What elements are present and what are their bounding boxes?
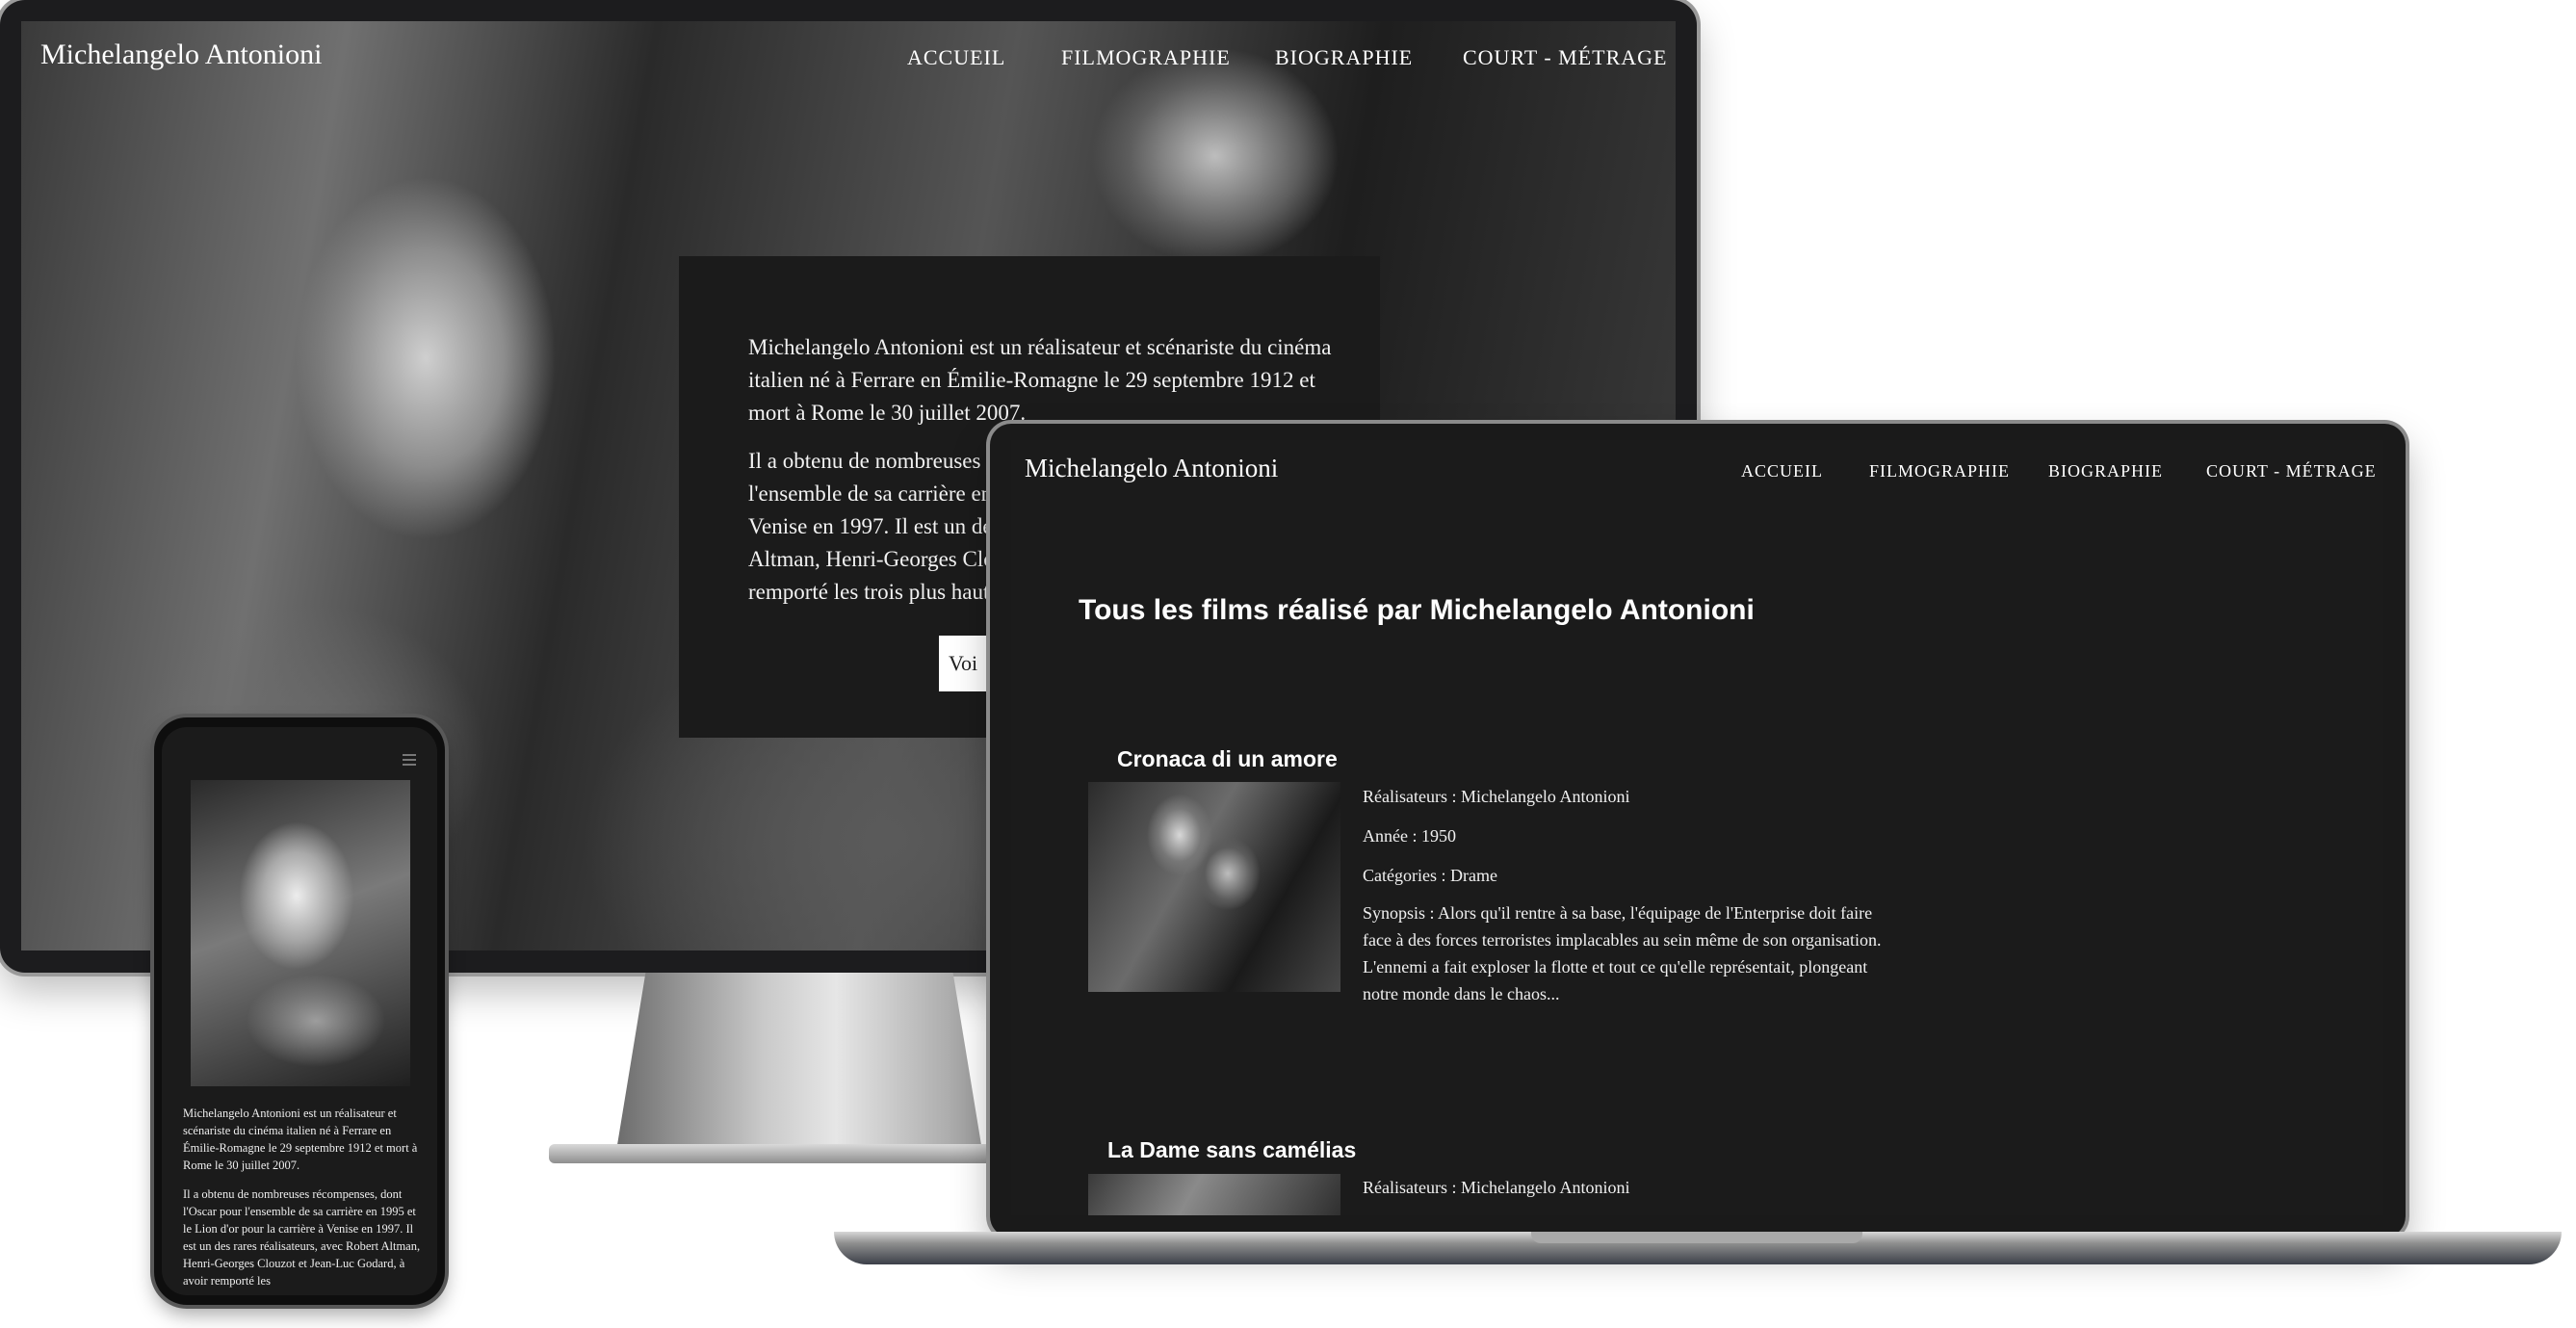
film-synopsis: Synopsis : Alors qu'il rentre à sa base,… xyxy=(1363,903,1882,1003)
mobile-portrait-photo xyxy=(191,780,410,1086)
film-poster[interactable] xyxy=(1088,1174,1340,1215)
nav-court-metrage[interactable]: COURT - MÉTRAGE xyxy=(1463,45,1668,70)
nav-biographie[interactable]: BIOGRAPHIE xyxy=(2048,461,2163,482)
mobile-paragraph-2: Il a obtenu de nombreuses récompenses, d… xyxy=(183,1187,421,1288)
nav-filmographie[interactable]: FILMOGRAPHIE xyxy=(1869,461,2010,482)
mobile-paragraph-1: Michelangelo Antonioni est un réalisateu… xyxy=(183,1107,418,1172)
film-director: Réalisateurs : Michelangelo Antonioni xyxy=(1363,787,1630,806)
film-poster[interactable] xyxy=(1088,782,1340,992)
laptop-screen: Michelangelo Antonioni ACCUEIL FILMOGRAP… xyxy=(1011,440,2383,1215)
monitor-stand xyxy=(616,973,982,1151)
intro-paragraph-1: Michelangelo Antonioni est un réalisateu… xyxy=(748,335,1332,425)
film-director: Réalisateurs : Michelangelo Antonioni xyxy=(1363,1178,1630,1197)
film-title[interactable]: Cronaca di un amore xyxy=(1117,746,1338,772)
mobile-phone: Michelangelo Antonioni est un réalisateu… xyxy=(154,717,445,1305)
laptop-notch xyxy=(1531,1232,1862,1243)
nav-biographie[interactable]: BIOGRAPHIE xyxy=(1275,45,1413,70)
intro-paragraph-2: Il a obtenu de nombreuses r l'ensemble d… xyxy=(748,449,1002,604)
nav-accueil[interactable]: ACCUEIL xyxy=(907,45,1005,70)
site-logo[interactable]: Michelangelo Antonioni xyxy=(40,39,322,71)
monitor-base xyxy=(549,1144,1050,1163)
site-logo[interactable]: Michelangelo Antonioni xyxy=(1025,454,1278,483)
nav-court-metrage[interactable]: COURT - MÉTRAGE xyxy=(2206,461,2377,482)
hamburger-menu-icon[interactable] xyxy=(403,754,416,768)
film-year: Année : 1950 xyxy=(1363,826,1456,846)
page-title: Tous les films réalisé par Michelangelo … xyxy=(1079,594,1755,626)
nav-accueil[interactable]: ACCUEIL xyxy=(1741,461,1823,482)
film-title[interactable]: La Dame sans camélias xyxy=(1107,1137,1356,1163)
nav-filmographie[interactable]: FILMOGRAPHIE xyxy=(1061,45,1231,70)
mobile-screen: Michelangelo Antonioni est un réalisateu… xyxy=(162,727,437,1295)
film-category: Catégories : Drame xyxy=(1363,866,1497,885)
